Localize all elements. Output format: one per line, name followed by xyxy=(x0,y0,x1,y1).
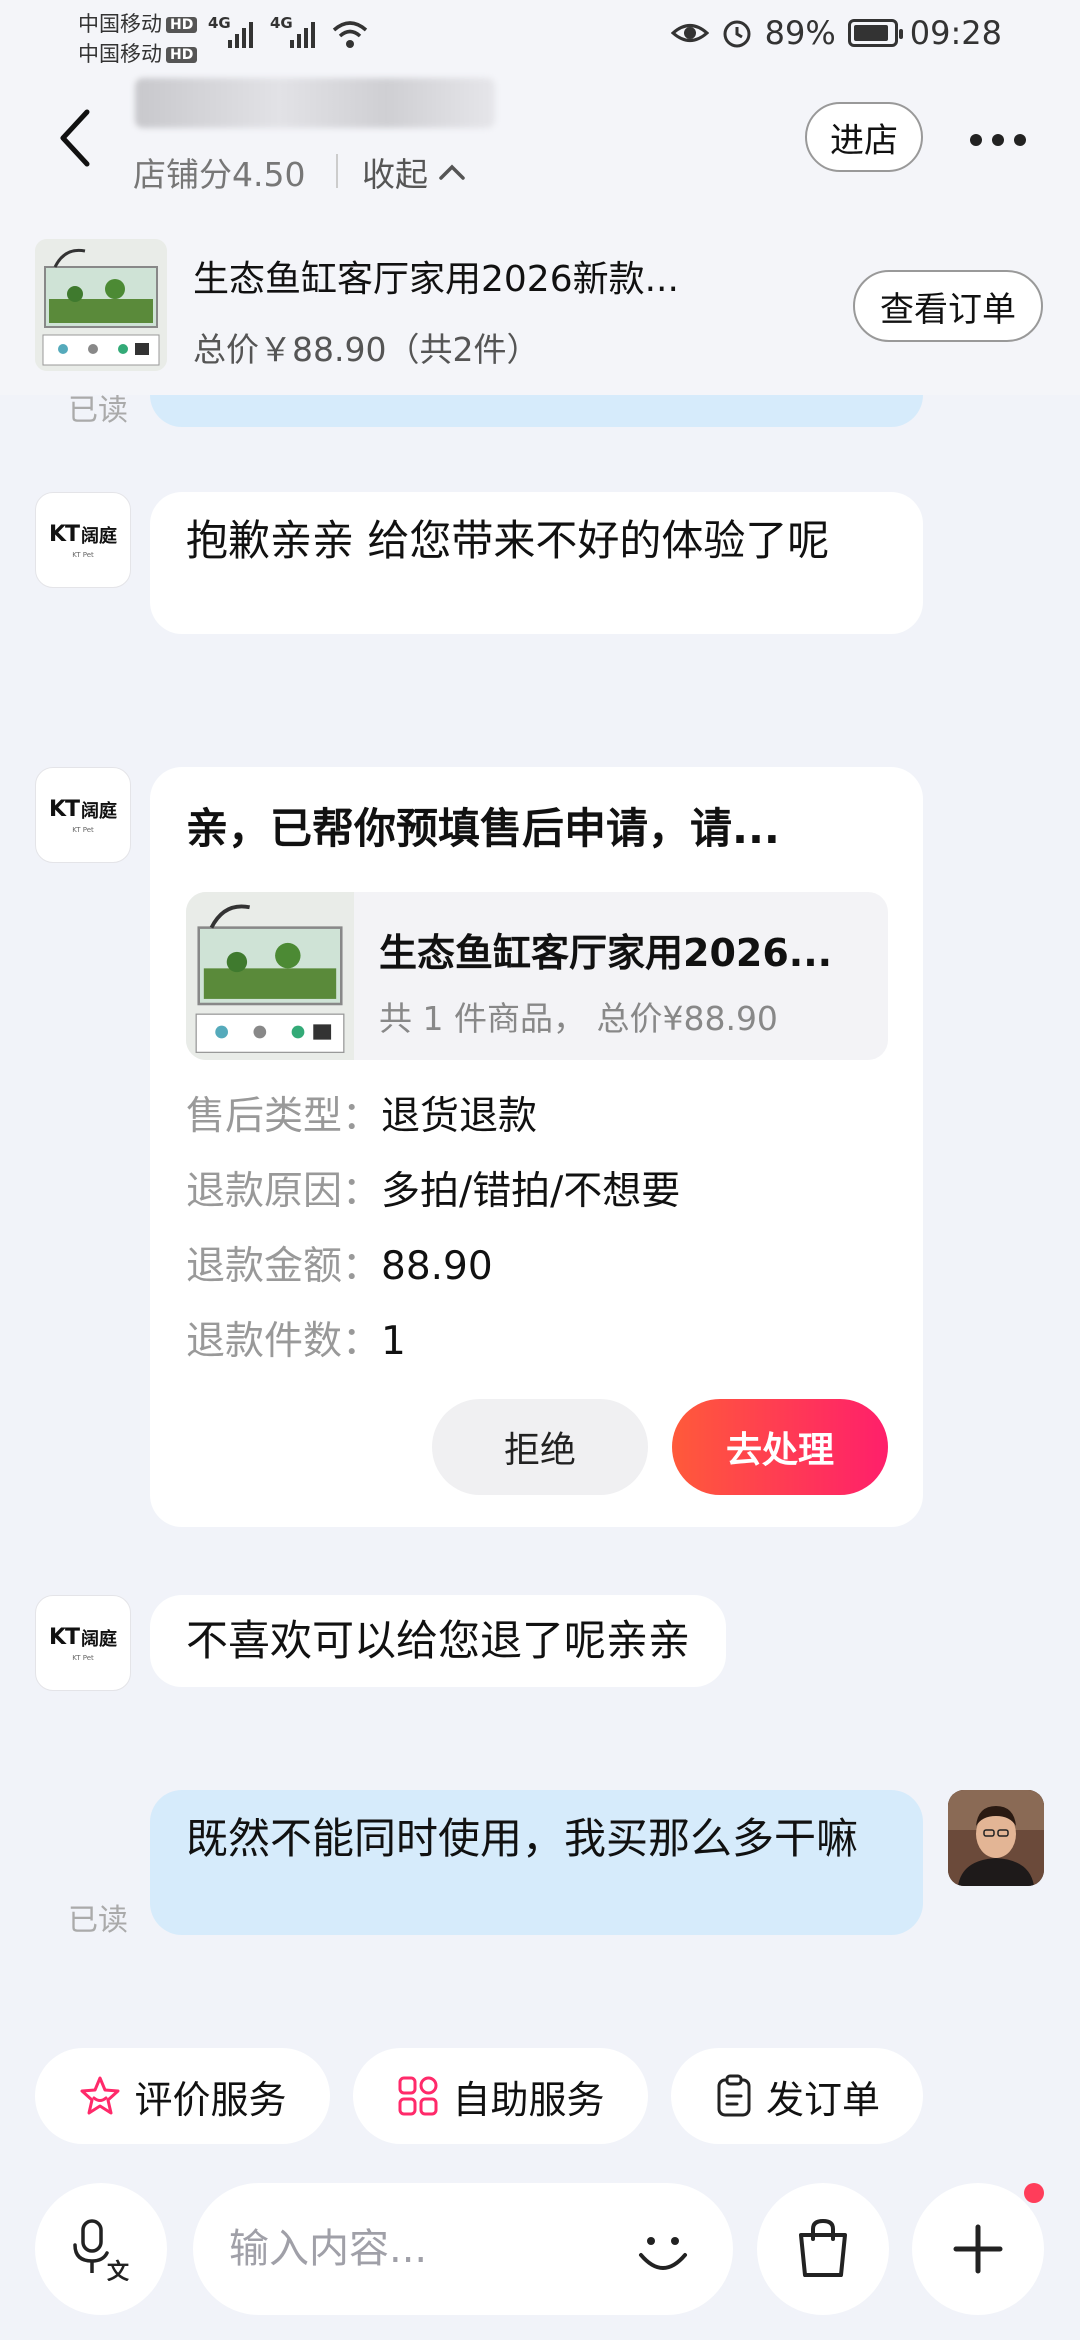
previous-user-bubble xyxy=(150,395,923,427)
plus-icon xyxy=(953,2224,1003,2274)
more-actions-button[interactable] xyxy=(912,2183,1044,2315)
battery-percent: 89% xyxy=(764,14,836,52)
status-bar: 中国移动 HD 中国移动 HD 4G 4G 89% 09:28 xyxy=(0,0,1080,70)
shop-avatar[interactable]: KT 阔庭 KT Pet xyxy=(35,767,131,863)
field-refund-amount: 退款金额：88.90 xyxy=(186,1244,493,1289)
star-icon xyxy=(80,2076,120,2115)
shop-message-bubble[interactable]: 不喜欢可以给您退了呢亲亲 xyxy=(150,1595,727,1687)
chat-header: 店铺分4.50 收起 进店 xyxy=(0,70,1080,195)
field-refund-count: 退款件数：1 xyxy=(186,1319,406,1364)
aftersale-product-name: 生态鱼缸客厅家用2026... xyxy=(379,931,833,975)
field-aftersale-type: 售后类型：退货退款 xyxy=(186,1094,538,1139)
battery-icon xyxy=(847,19,903,47)
carrier-1: 中国移动 HD xyxy=(78,8,198,38)
read-receipt-previous: 已读 xyxy=(68,395,128,428)
eye-comfort-icon xyxy=(670,24,709,42)
shop-avatar[interactable]: KT 阔庭 KT Pet xyxy=(35,1595,131,1691)
shopping-bag-icon xyxy=(799,2218,847,2277)
aftersale-card-title: 亲，已帮你预填售后申请，请... xyxy=(186,804,780,853)
voice-input-button[interactable]: 文 xyxy=(35,2183,167,2315)
clock: 09:28 xyxy=(909,14,1002,52)
wifi-icon xyxy=(332,21,368,48)
reject-button[interactable]: 拒绝 xyxy=(432,1399,648,1495)
send-order-label: 发订单 xyxy=(765,2077,880,2122)
divider xyxy=(336,154,338,188)
enter-shop-button[interactable]: 进店 xyxy=(805,102,923,172)
clipboard-icon xyxy=(717,2074,751,2117)
svg-text:文: 文 xyxy=(107,2259,130,2281)
message-text: 既然不能同时使用，我买那么多干嘛 xyxy=(186,1814,859,1863)
alarm-icon xyxy=(723,20,751,48)
order-total: 总价￥88.90（共2件） xyxy=(193,330,540,369)
rate-service-button[interactable]: 评价服务 xyxy=(35,2048,330,2144)
product-thumbnail xyxy=(35,239,167,371)
shop-message-bubble[interactable]: 抱歉亲亲 给您带来不好的体验了呢 xyxy=(150,492,923,634)
order-product-title: 生态鱼缸客厅家用2026新款... xyxy=(193,259,679,300)
aftersale-card[interactable]: 亲，已帮你预填售后申请，请... 生态鱼缸客厅家用2026... 共 1 件商品… xyxy=(150,767,923,1527)
shop-name-blurred xyxy=(135,78,495,128)
shop-score: 店铺分4.50 xyxy=(133,155,306,194)
aftersale-product-meta: 共 1 件商品， 总价¥88.90 xyxy=(379,999,778,1038)
signal-icon-1 xyxy=(228,18,253,48)
collapse-toggle[interactable]: 收起 xyxy=(362,148,466,196)
voice-translate-icon: 文 xyxy=(73,2219,130,2281)
user-message-bubble[interactable]: 既然不能同时使用，我买那么多干嘛 xyxy=(150,1790,923,1935)
rate-service-label: 评价服务 xyxy=(134,2077,287,2122)
signal-icon-2 xyxy=(290,18,315,48)
view-order-button[interactable]: 查看订单 xyxy=(853,270,1043,342)
carrier-2: 中国移动 HD xyxy=(78,38,198,68)
self-service-button[interactable]: 自助服务 xyxy=(353,2048,648,2144)
aftersale-product-thumbnail xyxy=(186,892,354,1060)
apps-grid-icon xyxy=(398,2076,438,2116)
chevron-up-icon xyxy=(439,164,465,180)
self-service-label: 自助服务 xyxy=(452,2077,605,2122)
aftersale-product[interactable]: 生态鱼缸客厅家用2026... 共 1 件商品， 总价¥88.90 xyxy=(186,892,888,1060)
order-strip[interactable]: 生态鱼缸客厅家用2026新款... 总价￥88.90（共2件） 查看订单 xyxy=(0,195,1080,395)
collapse-label: 收起 xyxy=(362,155,428,194)
back-icon[interactable] xyxy=(55,108,95,168)
chat-messages[interactable]: 已读 KT 阔庭 KT Pet 抱歉亲亲 给您带来不好的体验了呢 KT 阔庭 KT … xyxy=(0,395,1080,2040)
emoji-icon[interactable] xyxy=(631,2219,695,2283)
notification-dot xyxy=(1024,2183,1044,2203)
message-text: 不喜欢可以给您退了呢亲亲 xyxy=(186,1616,691,1665)
send-order-button[interactable]: 发订单 xyxy=(671,2048,923,2144)
message-text: 抱歉亲亲 给您带来不好的体验了呢 xyxy=(186,516,830,565)
shopping-bag-button[interactable] xyxy=(757,2183,889,2315)
field-refund-reason: 退款原因：多拍/错拍/不想要 xyxy=(186,1169,681,1214)
shop-avatar[interactable]: KT 阔庭 KT Pet xyxy=(35,492,131,588)
message-input[interactable] xyxy=(229,2213,589,2285)
user-avatar[interactable] xyxy=(948,1790,1044,1886)
handle-button[interactable]: 去处理 xyxy=(672,1399,888,1495)
read-receipt: 已读 xyxy=(68,1903,128,1938)
more-icon[interactable] xyxy=(958,110,1038,170)
message-input-box[interactable] xyxy=(193,2183,733,2315)
